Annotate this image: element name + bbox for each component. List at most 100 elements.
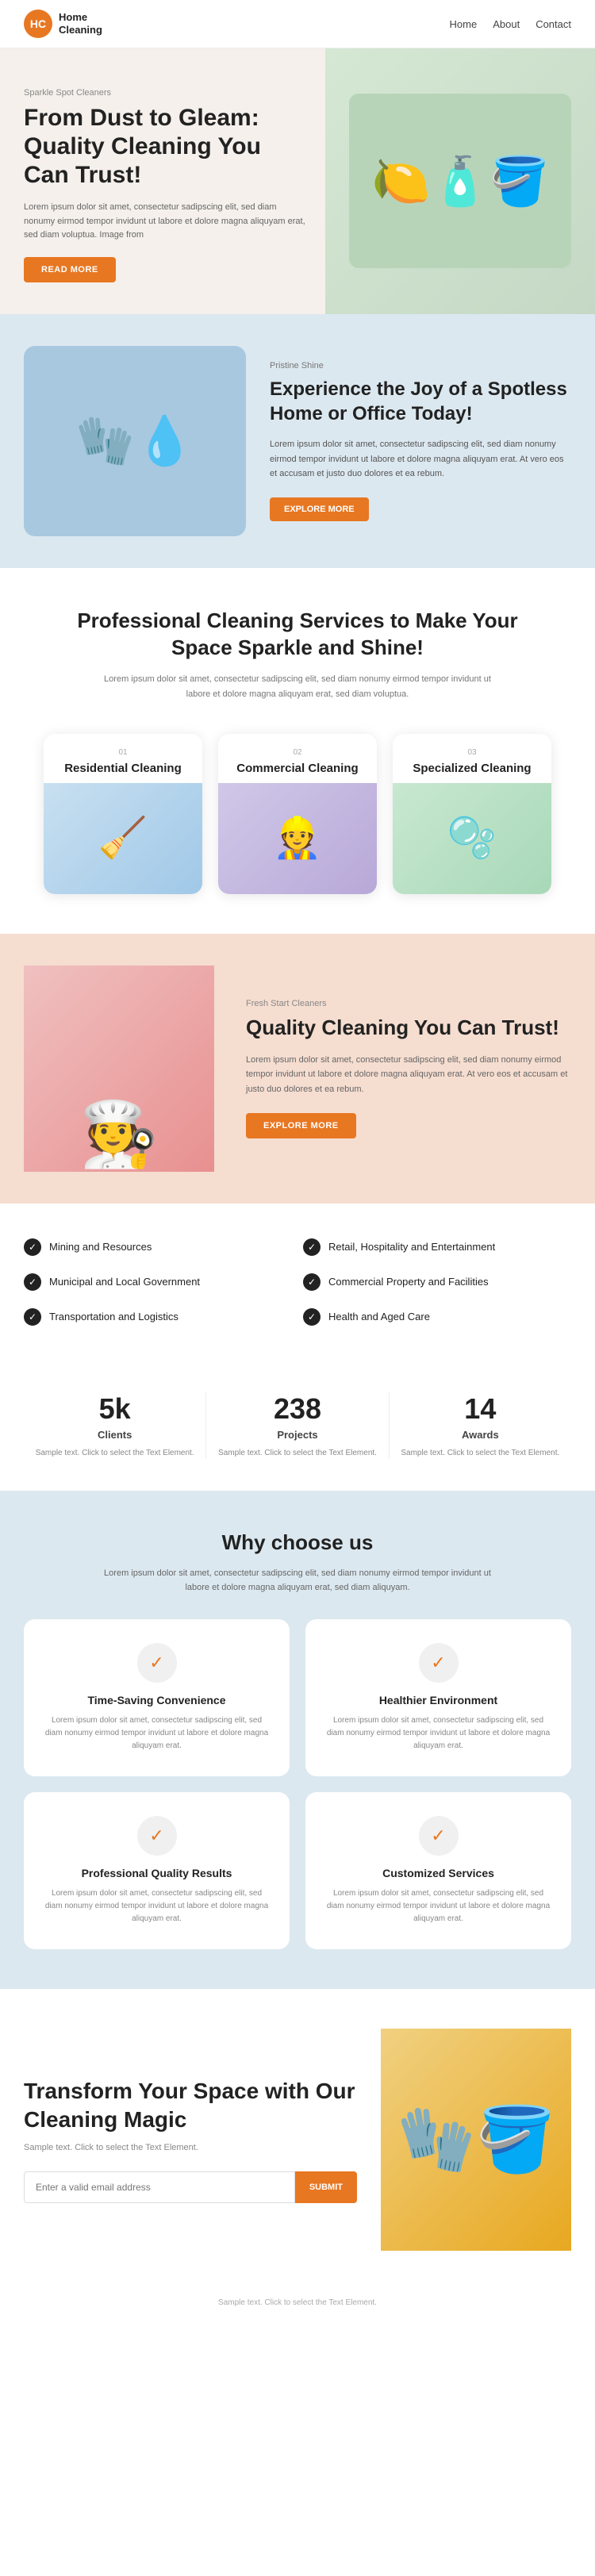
service-image-2: 👷	[218, 783, 377, 894]
customized-icon: ✓	[419, 1816, 459, 1856]
stats-section: 5k Clients Sample text. Click to select …	[0, 1361, 595, 1491]
why-card-text-2: Lorem ipsum dolor sit amet, consectetur …	[324, 1714, 552, 1753]
time-saving-icon: ✓	[137, 1643, 177, 1683]
stat-number-projects: 238	[206, 1392, 388, 1426]
industry-check-1: ✓	[24, 1238, 41, 1256]
industry-check-4: ✓	[303, 1273, 321, 1291]
quality-explore-button[interactable]: EXPLORE MORE	[246, 1113, 356, 1138]
hero-content: Sparkle Spot Cleaners From Dust to Gleam…	[24, 88, 309, 282]
services-header: Professional Cleaning Services to Make Y…	[0, 568, 595, 726]
service-card-residential: 01 Residential Cleaning 🧹	[44, 734, 202, 894]
stat-label-awards: Awards	[390, 1429, 571, 1441]
stat-desc-clients: Sample text. Click to select the Text El…	[24, 1447, 205, 1459]
service-image-1: 🧹	[44, 783, 202, 894]
service-card-header-2: 02 Commercial Cleaning	[218, 734, 377, 783]
industry-label-1: Mining and Resources	[49, 1241, 152, 1253]
spotless-content: Pristine Shine Experience the Joy of a S…	[270, 361, 571, 521]
industry-label-5: Transportation and Logistics	[49, 1311, 178, 1323]
cta-bottom-text: Sample text. Click to select the Text El…	[0, 2290, 595, 2331]
why-card-text-4: Lorem ipsum dolor sit amet, consectetur …	[324, 1887, 552, 1925]
why-grid: ✓ Time-Saving Convenience Lorem ipsum do…	[24, 1619, 571, 1949]
industry-label-3: Municipal and Local Government	[49, 1276, 200, 1288]
hero-text: Lorem ipsum dolor sit amet, consectetur …	[24, 201, 309, 243]
industry-label-4: Commercial Property and Facilities	[328, 1276, 489, 1288]
service-card-commercial: 02 Commercial Cleaning 👷	[218, 734, 377, 894]
why-desc: Lorem ipsum dolor sit amet, consectetur …	[99, 1566, 496, 1595]
why-card-text-3: Lorem ipsum dolor sit amet, consectetur …	[43, 1887, 271, 1925]
spotless-title: Experience the Joy of a Spotless Home or…	[270, 377, 571, 426]
why-card-title-3: Professional Quality Results	[43, 1867, 271, 1879]
services-title: Professional Cleaning Services to Make Y…	[48, 608, 547, 662]
why-card-title-1: Time-Saving Convenience	[43, 1694, 271, 1706]
email-form: SUBMIT	[24, 2171, 357, 2203]
spotless-section: 🧤💧 Pristine Shine Experience the Joy of …	[0, 314, 595, 568]
hero-title: From Dust to Gleam: Quality Cleaning You…	[24, 104, 309, 190]
nav-home[interactable]: Home	[450, 18, 478, 30]
logo-text: HomeCleaning	[59, 11, 102, 36]
hero-image: 🍋🧴🪣	[325, 48, 595, 314]
hero-tag: Sparkle Spot Cleaners	[24, 88, 309, 98]
spotless-tag: Pristine Shine	[270, 361, 571, 370]
why-card-title-4: Customized Services	[324, 1867, 552, 1879]
service-num-2: 02	[229, 748, 366, 757]
stat-projects: 238 Projects Sample text. Click to selec…	[206, 1392, 388, 1459]
stat-clients: 5k Clients Sample text. Click to select …	[24, 1392, 205, 1459]
spotless-image: 🧤💧	[24, 346, 246, 536]
industry-item-transport: ✓ Transportation and Logistics	[24, 1305, 292, 1329]
quality-title: Quality Cleaning You Can Trust!	[246, 1015, 571, 1042]
nav-contact[interactable]: Contact	[536, 18, 571, 30]
why-section: Why choose us Lorem ipsum dolor sit amet…	[0, 1491, 595, 1989]
hero-image-inner: 🍋🧴🪣	[349, 94, 571, 268]
email-input[interactable]	[24, 2171, 295, 2203]
stat-label-projects: Projects	[206, 1429, 388, 1441]
cta-image: 🧤🪣	[381, 2029, 571, 2251]
stat-label-clients: Clients	[24, 1429, 205, 1441]
service-card-specialized: 03 Specialized Cleaning 🫧	[393, 734, 551, 894]
industry-check-2: ✓	[303, 1238, 321, 1256]
why-card-title-2: Healthier Environment	[324, 1694, 552, 1706]
industry-label-6: Health and Aged Care	[328, 1311, 430, 1323]
stat-awards: 14 Awards Sample text. Click to select t…	[390, 1392, 571, 1459]
nav-links: Home About Contact	[450, 18, 571, 30]
stat-desc-awards: Sample text. Click to select the Text El…	[390, 1447, 571, 1459]
why-card-time: ✓ Time-Saving Convenience Lorem ipsum do…	[24, 1619, 290, 1776]
service-num-1: 01	[55, 748, 191, 757]
submit-button[interactable]: SUBMIT	[295, 2171, 357, 2203]
stat-number-awards: 14	[390, 1392, 571, 1426]
industry-item-health: ✓ Health and Aged Care	[303, 1305, 571, 1329]
spotless-explore-button[interactable]: EXPLORE MORE	[270, 497, 369, 521]
industry-check-3: ✓	[24, 1273, 41, 1291]
hero-section: Sparkle Spot Cleaners From Dust to Gleam…	[0, 48, 595, 314]
services-desc: Lorem ipsum dolor sit amet, consectetur …	[99, 672, 496, 701]
industry-label-2: Retail, Hospitality and Entertainment	[328, 1241, 495, 1253]
industries-section: ✓ Mining and Resources ✓ Retail, Hospita…	[0, 1204, 595, 1361]
industry-item-retail: ✓ Retail, Hospitality and Entertainment	[303, 1235, 571, 1259]
industry-check-5: ✓	[24, 1308, 41, 1326]
quality-content: Fresh Start Cleaners Quality Cleaning Yo…	[238, 999, 571, 1138]
cta-section: Transform Your Space with Our Cleaning M…	[0, 1989, 595, 2290]
industry-grid: ✓ Mining and Resources ✓ Retail, Hospita…	[24, 1235, 571, 1329]
industry-item-mining: ✓ Mining and Resources	[24, 1235, 292, 1259]
quality-icon: ✓	[137, 1816, 177, 1856]
service-name-1: Residential Cleaning	[55, 762, 191, 775]
industry-check-6: ✓	[303, 1308, 321, 1326]
nav-about[interactable]: About	[493, 18, 520, 30]
stat-number-clients: 5k	[24, 1392, 205, 1426]
spotless-text: Lorem ipsum dolor sit amet, consectetur …	[270, 437, 571, 482]
stat-desc-projects: Sample text. Click to select the Text El…	[206, 1447, 388, 1459]
service-card-header-3: 03 Specialized Cleaning	[393, 734, 551, 783]
service-cards-container: 01 Residential Cleaning 🧹 02 Commercial …	[0, 726, 595, 934]
service-num-3: 03	[404, 748, 540, 757]
cta-title: Transform Your Space with Our Cleaning M…	[24, 2077, 357, 2135]
industry-item-commercial: ✓ Commercial Property and Facilities	[303, 1270, 571, 1294]
navigation: HC HomeCleaning Home About Contact	[0, 0, 595, 48]
quality-tag: Fresh Start Cleaners	[246, 999, 571, 1008]
cta-desc: Sample text. Click to select the Text El…	[24, 2143, 357, 2152]
service-name-3: Specialized Cleaning	[404, 762, 540, 775]
why-card-quality: ✓ Professional Quality Results Lorem ips…	[24, 1792, 290, 1949]
why-title: Why choose us	[24, 1530, 571, 1555]
service-image-3: 🫧	[393, 783, 551, 894]
quality-text: Lorem ipsum dolor sit amet, consectetur …	[246, 1053, 571, 1097]
cta-content: Transform Your Space with Our Cleaning M…	[24, 2077, 357, 2203]
hero-read-more-button[interactable]: READ MORE	[24, 257, 116, 282]
